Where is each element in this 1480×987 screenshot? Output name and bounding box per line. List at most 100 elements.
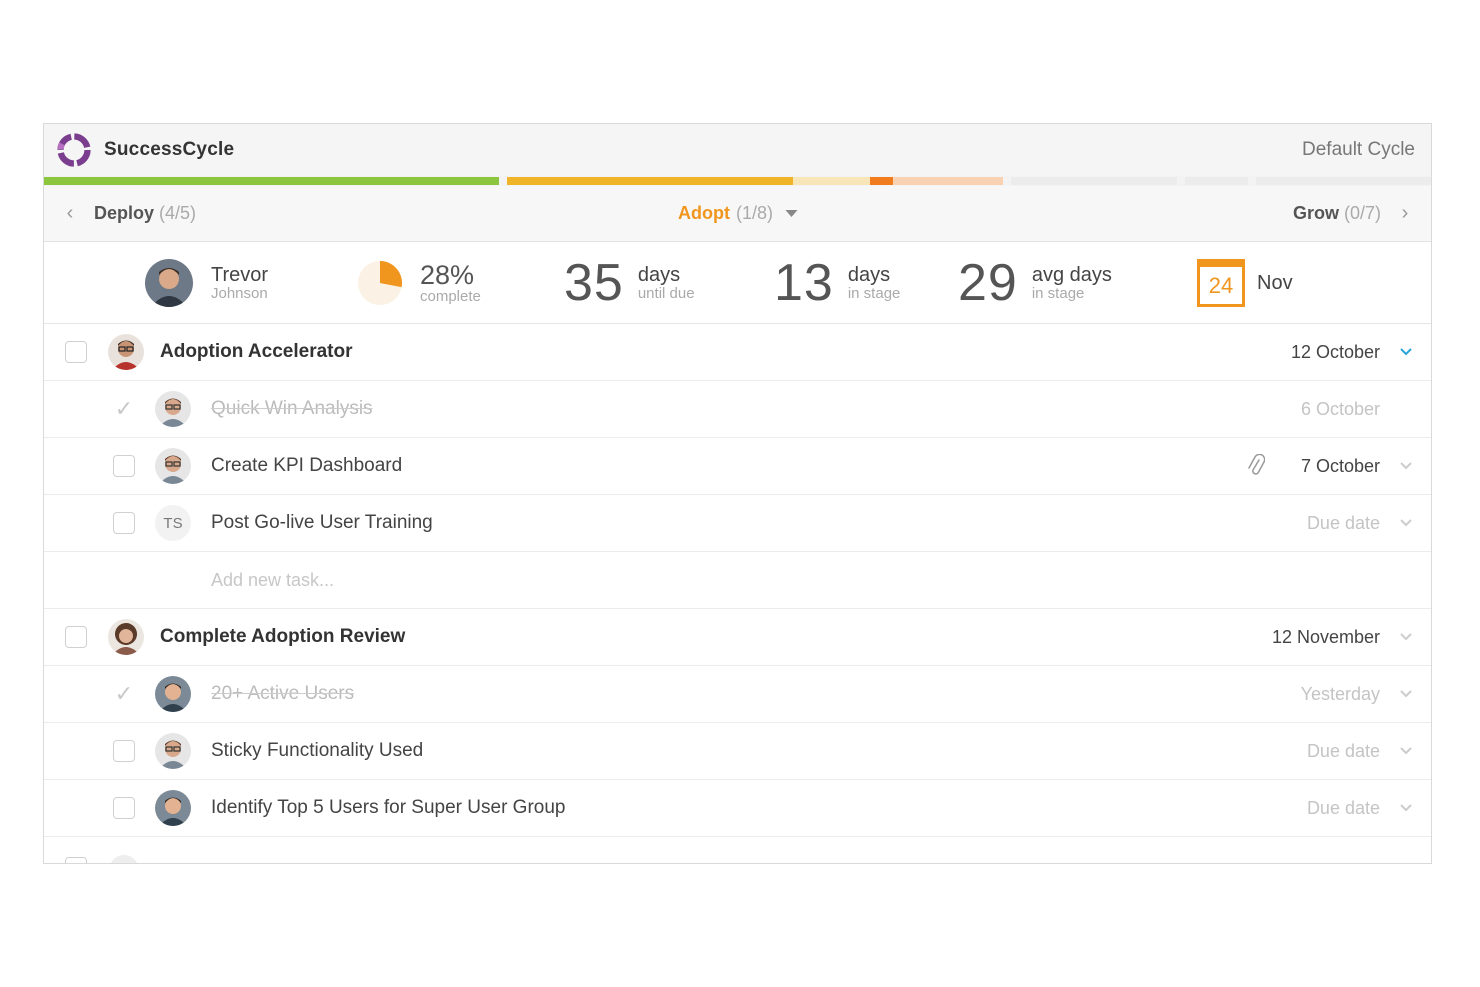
assignee-initials: TS (155, 505, 191, 541)
task-due-date[interactable]: Yesterday (1301, 684, 1380, 705)
group-checkbox[interactable] (65, 341, 87, 363)
due-date-stat[interactable]: 24 Nov (1197, 242, 1293, 324)
days-until-due-sublabel: until due (637, 284, 695, 302)
task-avatar (155, 733, 191, 769)
cycle-selector[interactable]: Default Cycle (1302, 139, 1415, 161)
task-title: Create KPI Dashboard (211, 455, 403, 476)
chevron-down-icon[interactable] (1399, 801, 1413, 815)
task-title: 20+ Active Users (211, 683, 355, 704)
task-group-row[interactable]: Complete Adoption Review 12 November (44, 609, 1431, 666)
current-stage-name: Adopt (678, 203, 730, 223)
stats-bar: Trevor Johnson 28% complete 35 days unti… (44, 242, 1431, 324)
stage-progress-bar (44, 176, 1431, 186)
next-stage-count: (0/7) (1343, 203, 1381, 223)
group-due-date[interactable]: 12 November (1272, 627, 1380, 648)
days-in-stage-value: 13 (774, 254, 834, 312)
task-row[interactable]: ✓ 20+ Active Users Yesterday (44, 666, 1431, 723)
days-in-stage-label: days (847, 263, 891, 286)
progress-segment (1256, 177, 1431, 185)
task-due-date[interactable]: Due date (1307, 513, 1380, 534)
owner-avatar (145, 259, 193, 307)
chevron-down-icon[interactable] (1399, 459, 1413, 473)
next-stage-link[interactable]: Grow (0/7) › (1293, 202, 1415, 225)
progress-segment (506, 177, 793, 185)
chevron-down-icon[interactable] (1399, 630, 1413, 644)
task-due-date[interactable]: 7 October (1301, 456, 1380, 477)
avg-days-label: avg days (1031, 263, 1112, 286)
current-stage-count: (1/8) (735, 203, 773, 223)
task-due-date[interactable]: 6 October (1301, 399, 1380, 420)
task-group-row[interactable]: Adoption Accelerator 12 October (44, 324, 1431, 381)
chevron-down-icon[interactable] (1399, 345, 1413, 359)
days-until-due-stat: 35 days until due (564, 242, 695, 324)
add-task-input[interactable]: Add new task... (211, 570, 334, 591)
previous-stage-link[interactable]: ‹ Deploy (4/5) (60, 202, 196, 225)
checkmark-icon[interactable]: ✓ (113, 681, 135, 706)
group-title: Adoption Accelerator (160, 341, 353, 362)
task-checkbox[interactable] (113, 512, 135, 534)
calendar-icon: 24 (1197, 259, 1245, 307)
group-title: Complete Adoption Review (160, 626, 406, 647)
chevron-down-icon[interactable] (1399, 687, 1413, 701)
task-title: Identify Top 5 Users for Super User Grou… (211, 797, 566, 818)
task-row[interactable]: Create KPI Dashboard 7 October (44, 438, 1431, 495)
task-list: Adoption Accelerator 12 October ✓ Quick … (44, 324, 1431, 863)
avg-days-value: 29 (958, 254, 1018, 312)
completion-percent: 28% (420, 259, 475, 290)
completion-pie-icon (358, 261, 402, 305)
chevron-down-icon[interactable] (1399, 744, 1413, 758)
progress-segment (1184, 177, 1249, 185)
group-avatar (108, 619, 144, 655)
completion-label: complete (420, 288, 481, 306)
add-task-row[interactable]: Add new task... (44, 552, 1431, 609)
task-avatar (155, 448, 191, 484)
chevron-left-icon[interactable]: ‹ (60, 202, 80, 225)
prev-stage-count: (4/5) (159, 203, 197, 223)
checkmark-icon[interactable]: ✓ (113, 396, 135, 421)
progress-segment (792, 177, 871, 185)
due-day: 24 (1208, 272, 1234, 298)
task-row[interactable]: Sticky Functionality Used Due date (44, 723, 1431, 780)
task-title: Quick Win Analysis (211, 398, 373, 419)
prev-stage-name: Deploy (94, 203, 155, 223)
paperclip-icon[interactable] (1247, 454, 1265, 478)
avg-days-sublabel: in stage (1031, 284, 1085, 302)
group-avatar (109, 855, 139, 863)
caret-down-icon[interactable] (785, 210, 797, 217)
task-checkbox[interactable] (113, 797, 135, 819)
group-due-date[interactable]: 12 October (1291, 342, 1380, 363)
chevron-down-icon[interactable] (1399, 516, 1413, 530)
stage-navigation: ‹ Deploy (4/5) Adopt (1/8) Grow (0/7) › (44, 186, 1431, 242)
progress-segment (1011, 177, 1177, 185)
due-month: Nov (1257, 271, 1293, 294)
days-in-stage-stat: 13 days in stage (774, 242, 900, 324)
next-stage-name: Grow (1292, 203, 1339, 223)
avg-days-in-stage-stat: 29 avg days in stage (958, 242, 1112, 324)
task-row[interactable]: Identify Top 5 Users for Super User Grou… (44, 780, 1431, 837)
task-checkbox[interactable] (113, 455, 135, 477)
successcycle-logo-icon (57, 133, 91, 167)
task-title: Sticky Functionality Used (211, 740, 424, 761)
task-title: Post Go-live User Training (211, 512, 433, 533)
group-checkbox[interactable] (65, 857, 87, 863)
task-row[interactable]: ✓ Quick Win Analysis 6 October (44, 381, 1431, 438)
task-avatar (155, 790, 191, 826)
progress-segment (870, 177, 893, 185)
owner-first-name: Trevor (211, 263, 269, 286)
group-checkbox[interactable] (65, 626, 87, 648)
header-bar: SuccessCycle Default Cycle (44, 124, 1431, 176)
task-group-row-partial[interactable] (44, 837, 1431, 863)
days-until-due-label: days (637, 263, 681, 286)
task-row[interactable]: TS Post Go-live User Training Due date (44, 495, 1431, 552)
task-due-date[interactable]: Due date (1307, 741, 1380, 762)
chevron-right-icon[interactable]: › (1395, 202, 1415, 225)
pie-complete-slice (380, 261, 402, 288)
successcycle-panel: SuccessCycle Default Cycle ‹ Deploy (4/5… (43, 123, 1432, 864)
progress-segment (892, 177, 1004, 185)
days-until-due-value: 35 (564, 254, 624, 312)
current-stage-dropdown[interactable]: Adopt (1/8) (678, 203, 797, 224)
account-owner[interactable]: Trevor Johnson (145, 242, 268, 324)
app-name: SuccessCycle (104, 139, 235, 160)
task-checkbox[interactable] (113, 740, 135, 762)
task-due-date[interactable]: Due date (1307, 798, 1380, 819)
